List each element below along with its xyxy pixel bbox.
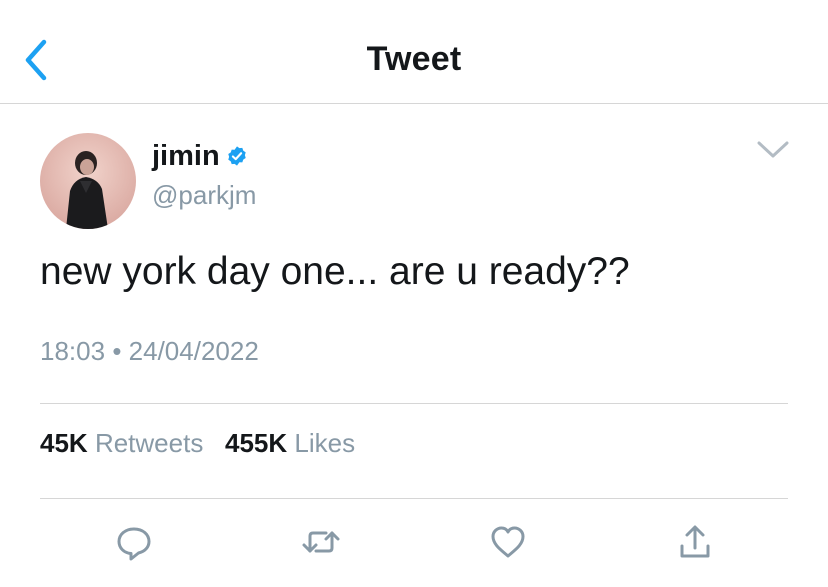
author-display-name[interactable]: jimin: [152, 140, 220, 173]
retweets-label: Retweets: [94, 428, 204, 458]
avatar[interactable]: [40, 133, 136, 229]
share-button[interactable]: [675, 522, 715, 562]
like-button[interactable]: [488, 522, 528, 562]
retweet-icon: [302, 531, 340, 553]
tweet-timestamp: 18:03 • 24/04/2022: [40, 336, 259, 367]
meta-separator: •: [112, 336, 122, 366]
divider: [40, 498, 788, 499]
likes-label: Likes: [294, 428, 356, 458]
divider: [40, 403, 788, 404]
retweet-button[interactable]: [301, 522, 341, 562]
likes-stat[interactable]: 455K Likes: [225, 428, 355, 458]
tweet-stats: 45K Retweets 455K Likes: [40, 428, 355, 459]
likes-count: 455K: [225, 428, 288, 458]
share-icon: [680, 525, 710, 558]
verified-badge-icon: [226, 145, 248, 167]
tweet-date: 24/04/2022: [128, 336, 259, 366]
reply-button[interactable]: [114, 522, 154, 562]
retweets-count: 45K: [40, 428, 88, 458]
avatar-photo: [40, 133, 136, 229]
tweet-text: new york day one... are u ready??: [40, 250, 630, 293]
page-title: Tweet: [366, 40, 462, 78]
retweets-stat[interactable]: 45K Retweets: [40, 428, 211, 458]
header-bar: Tweet: [0, 0, 828, 104]
chevron-down-icon: [757, 141, 789, 158]
tweet-menu-button[interactable]: [754, 136, 792, 164]
reply-icon: [117, 527, 151, 561]
heart-icon: [491, 526, 525, 558]
author-name-row[interactable]: jimin: [152, 138, 248, 174]
tweet-time: 18:03: [40, 336, 106, 366]
author-handle[interactable]: @parkjm: [152, 180, 256, 211]
